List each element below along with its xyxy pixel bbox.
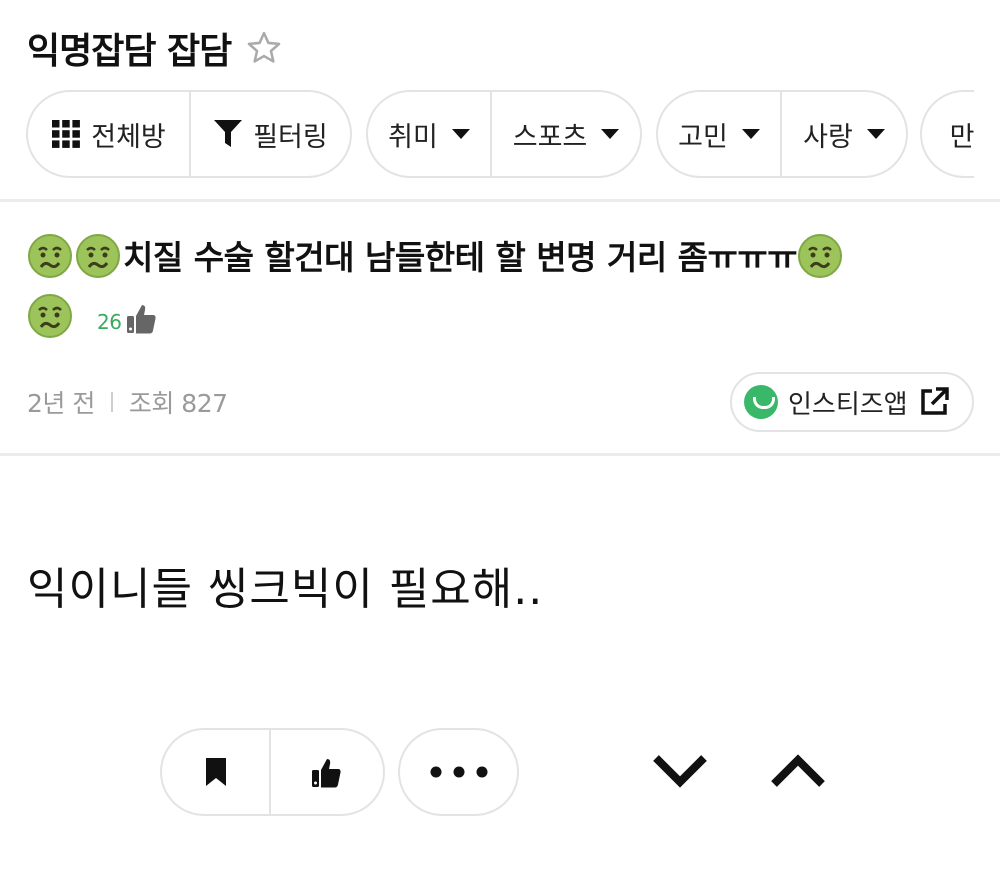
worry-label: 고민: [678, 121, 728, 153]
like-button[interactable]: [271, 730, 383, 814]
caret-down-icon: [741, 129, 760, 139]
nauseated-face-icon: [798, 234, 843, 278]
nauseated-face-icon: [76, 234, 120, 278]
post-time: 2년 전: [27, 389, 95, 418]
filter-icon: [214, 120, 243, 147]
caret-down-icon: [866, 129, 885, 139]
more-category-label: 만: [949, 121, 974, 153]
hobby-label: 취미: [388, 121, 438, 153]
board-title-bar: 익명잡담 잡담: [27, 22, 283, 74]
meta-separator: [110, 392, 113, 412]
board-title: 익명잡담 잡담: [27, 31, 232, 72]
view-count: 조회 827: [128, 389, 228, 418]
chevron-down-icon[interactable]: [650, 742, 710, 802]
open-app-button[interactable]: 인스티즈앱: [730, 372, 974, 432]
comment-count: 26: [97, 310, 122, 334]
open-app-label: 인스티즈앱: [788, 389, 908, 420]
post-title-text: 치질 수술 할건대 남들한테 할 변명 거리 좀ㅠㅠㅠ: [123, 238, 798, 277]
nauseated-face-icon: [28, 294, 72, 338]
category-group-3: 만: [920, 90, 974, 178]
post-meta: 2년 전 조회 827: [27, 384, 228, 420]
more-options-button[interactable]: [398, 728, 519, 816]
love-label: 사랑: [803, 121, 853, 153]
chevron-up-icon[interactable]: [768, 742, 828, 802]
more-dots-icon: [430, 766, 487, 778]
app-logo-icon: [744, 385, 778, 419]
love-dropdown[interactable]: 사랑: [782, 92, 906, 176]
category-group-2: 고민 사랑: [656, 90, 908, 178]
more-category-chip[interactable]: 만: [922, 92, 974, 176]
thumbs-up-icon: [312, 759, 341, 788]
divider: [0, 453, 1000, 456]
filter-bar: 전체방 필터링 취미 스포츠 고민 사랑 만: [26, 90, 974, 180]
nauseated-face-icon: [28, 234, 72, 278]
category-group-1: 취미 스포츠: [366, 90, 642, 178]
sports-label: 스포츠: [512, 121, 588, 153]
bookmark-icon: [205, 758, 226, 786]
hobby-dropdown[interactable]: 취미: [368, 92, 490, 176]
post-body: 익이니들 씽크빅이 필요해..: [27, 564, 544, 615]
caret-down-icon: [451, 129, 470, 139]
all-rooms-button[interactable]: 전체방: [28, 92, 189, 176]
view-filter-group: 전체방 필터링: [26, 90, 352, 178]
divider: [0, 199, 1000, 202]
all-rooms-label: 전체방: [91, 121, 166, 153]
filtering-label: 필터링: [253, 121, 328, 153]
external-link-icon: [920, 387, 949, 415]
grid-icon: [52, 120, 81, 148]
star-outline-icon[interactable]: [245, 29, 283, 67]
filtering-button[interactable]: 필터링: [191, 92, 350, 176]
worry-dropdown[interactable]: 고민: [658, 92, 780, 176]
post-title: 치질 수술 할건대 남들한테 할 변명 거리 좀ㅠㅠㅠ 26: [27, 228, 947, 352]
sports-dropdown[interactable]: 스포츠: [492, 92, 640, 176]
thumbs-up-icon: [127, 305, 157, 334]
bookmark-button[interactable]: [162, 730, 269, 814]
caret-down-icon: [601, 129, 620, 139]
post-actions-group: [160, 728, 385, 816]
